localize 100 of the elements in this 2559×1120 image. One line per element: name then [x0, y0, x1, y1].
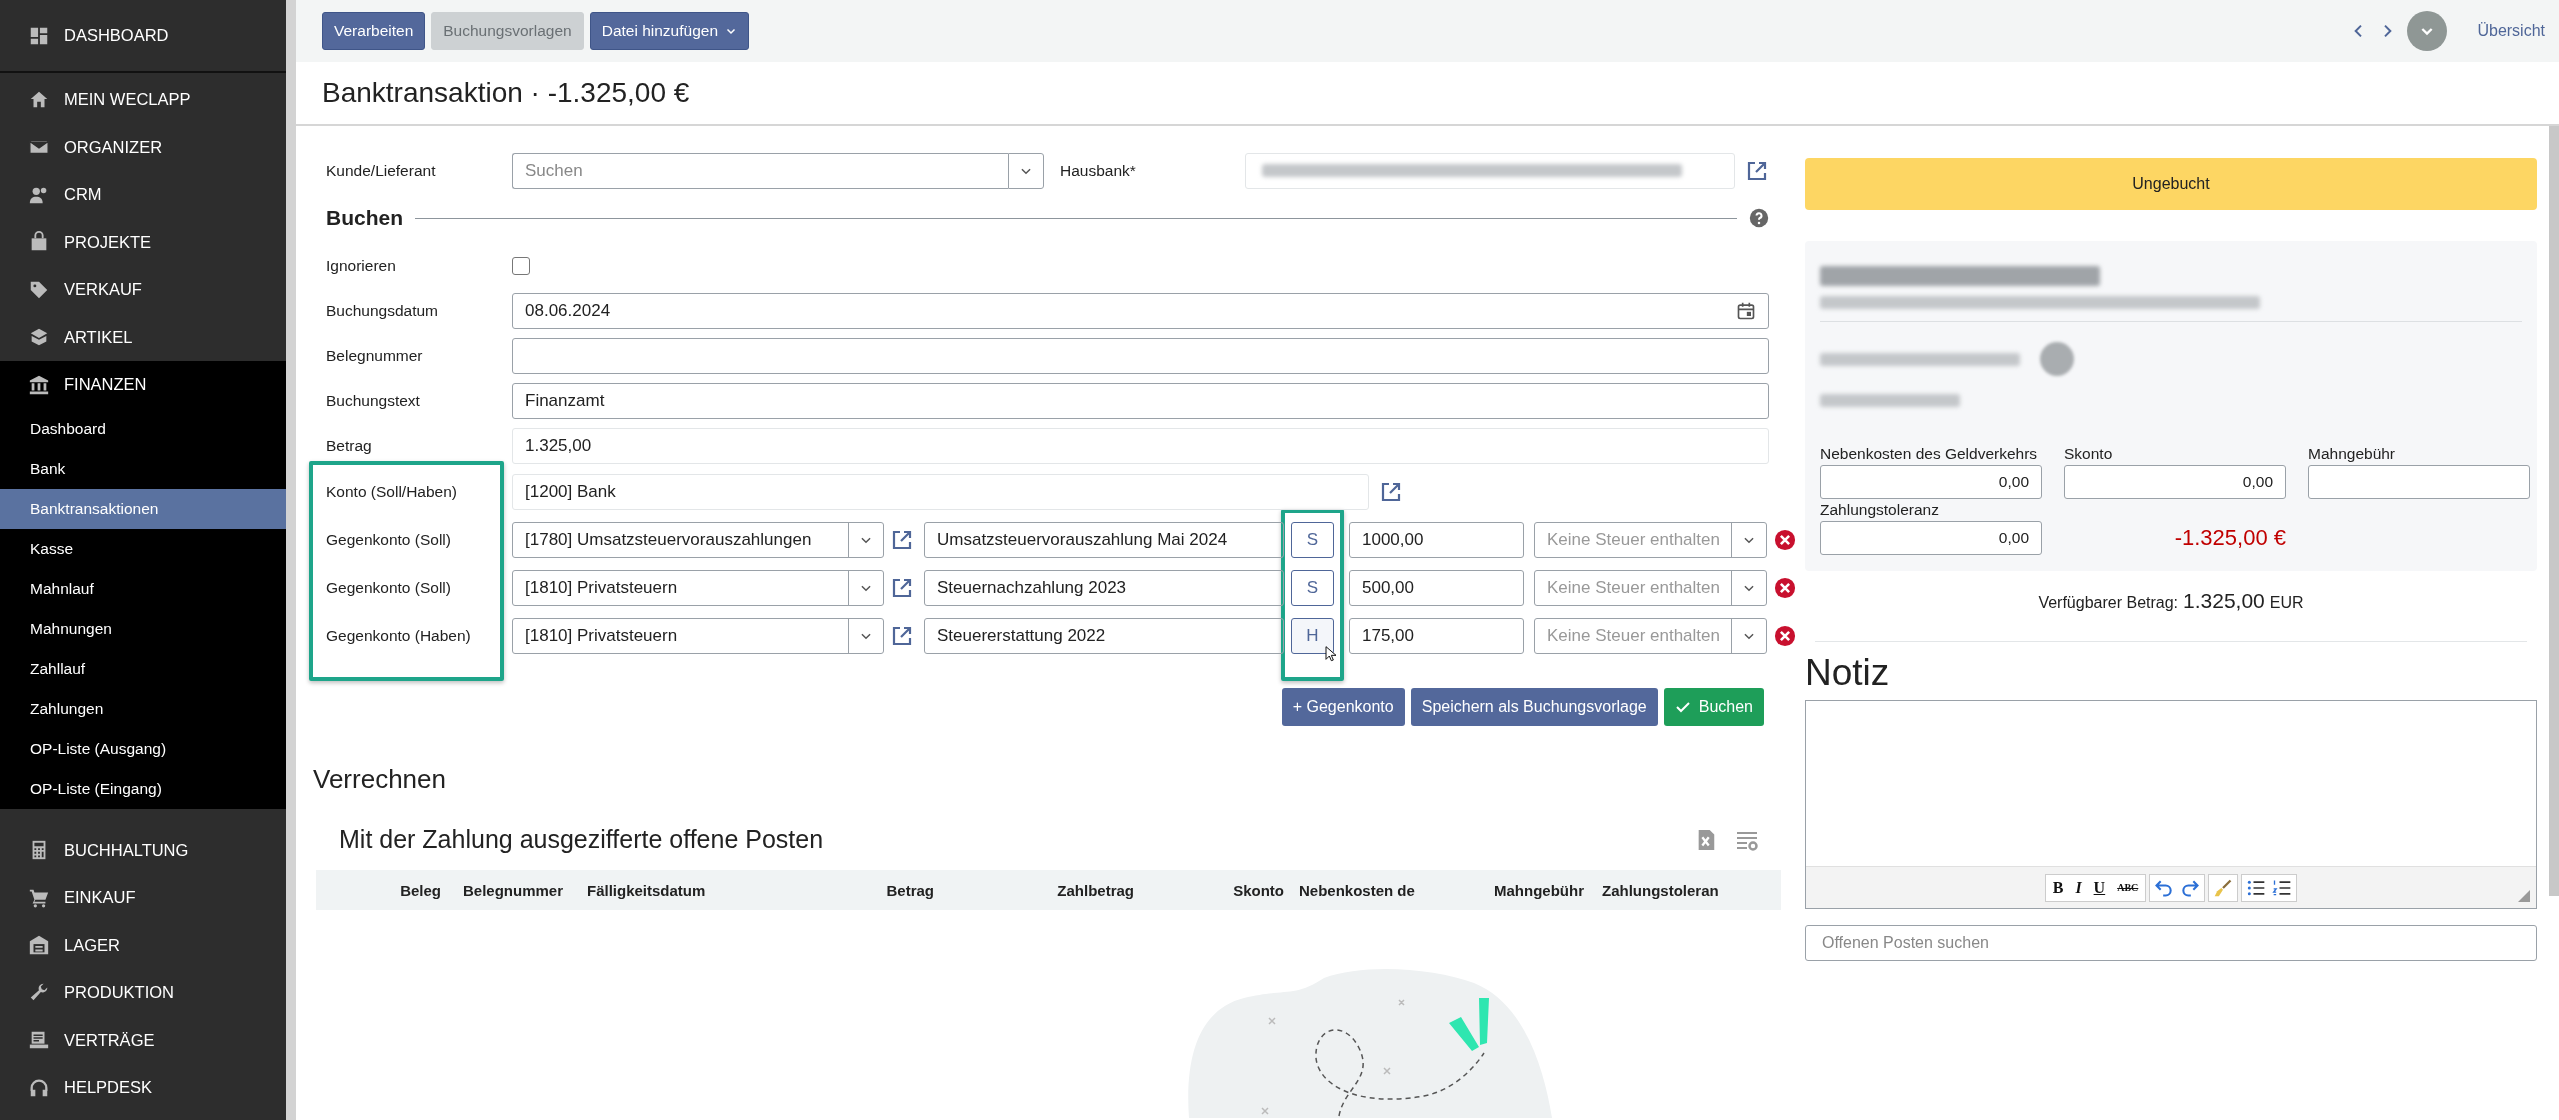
sidebar-subitem[interactable]: OP-Liste (Ausgang) [0, 728, 286, 769]
brush-icon[interactable] [2213, 877, 2234, 898]
input-field[interactable] [512, 337, 1769, 374]
amount-field[interactable]: 175,00 [1349, 618, 1524, 654]
format-button[interactable]: U [2090, 878, 2109, 897]
sidebar-item[interactable]: ARTIKEL [0, 313, 286, 361]
debit-credit-toggle[interactable]: S [1291, 522, 1334, 558]
toolbar-button[interactable]: Verarbeiten [322, 12, 426, 50]
column-header[interactable]: Fälligkeitsdatum [587, 881, 706, 899]
help-icon[interactable] [1749, 208, 1769, 228]
field-label: Hausbank* [1059, 161, 1137, 180]
column-header[interactable]: Betrag [886, 881, 934, 899]
input-field[interactable]: Finanzamt [512, 382, 1769, 419]
readonly-field: 1.325,00 [512, 427, 1769, 464]
format-button[interactable]: I [2072, 878, 2085, 897]
currency-label: EUR [2269, 594, 2304, 612]
format-button[interactable]: B [2049, 878, 2067, 897]
delete-icon[interactable] [1774, 625, 1796, 647]
scrollbar[interactable] [2549, 126, 2559, 896]
overview-link[interactable]: Übersicht [2477, 22, 2545, 40]
amount-field[interactable]: 1000,00 [1349, 522, 1524, 558]
field-label: Konto (Soll/Haben) [325, 483, 458, 501]
field-label: Gegenkonto (Soll) [325, 531, 452, 549]
sidebar-item[interactable]: MEIN WECLAPP [0, 76, 286, 124]
account-dropdown[interactable]: [1780] Umsatzsteuervorauszahlungen [512, 522, 884, 558]
account-dropdown[interactable]: [1810] Privatsteuern [512, 618, 884, 654]
sidebar-subitem[interactable]: OP-Liste (Eingang) [0, 768, 286, 809]
account-dropdown[interactable]: [1810] Privatsteuern [512, 570, 884, 606]
external-link-icon[interactable] [890, 528, 914, 552]
debit-credit-toggle[interactable]: H [1291, 618, 1334, 654]
amount-field[interactable]: 500,00 [1349, 570, 1524, 606]
field-label: Betrag [325, 436, 373, 455]
external-link-icon[interactable] [890, 576, 914, 600]
check-icon [1674, 699, 1691, 715]
status-banner: Ungebucht [1805, 158, 2537, 210]
column-header[interactable]: Zahlbetrag [1057, 881, 1134, 899]
sidebar-item[interactable]: PRODUKTION [0, 969, 286, 1017]
note-title: Notiz [1805, 652, 1891, 694]
column-header[interactable]: Belegnummer [463, 881, 564, 899]
column-header[interactable]: Mahngebühr [1494, 881, 1584, 899]
sidebar-subitem[interactable]: Banktransaktionen [0, 488, 286, 529]
sidebar-subitem[interactable]: Mahnungen [0, 608, 286, 649]
dropdown-button[interactable] [2407, 11, 2448, 51]
input-field[interactable]: Umsatzsteuervorauszahlung Mai 2024 [924, 522, 1284, 558]
delete-icon[interactable] [1774, 529, 1796, 551]
sidebar-item[interactable]: LAGER [0, 921, 286, 969]
search-field[interactable]: Suchen [512, 152, 1008, 189]
action-button[interactable]: + Gegenkonto [1281, 688, 1405, 726]
sidebar-subitem[interactable]: Kasse [0, 528, 286, 569]
calendar-icon [1736, 300, 1756, 321]
column-header[interactable]: Beleg [400, 881, 441, 899]
sidebar-item[interactable]: ORGANIZER [0, 123, 286, 171]
amount-field[interactable]: 0,00 [1820, 465, 2042, 499]
amount-field[interactable] [2308, 465, 2530, 499]
readonly-field: [1200] Bank [512, 474, 1369, 510]
field-label: Gegenkonto (Soll) [325, 579, 452, 597]
sidebar-subitem[interactable]: Bank [0, 448, 286, 489]
checkbox[interactable] [512, 256, 530, 275]
note-editor[interactable]: B I U ABC [1805, 700, 2537, 909]
difference-amount: -1.325,00 € [2173, 524, 2286, 551]
bank-field[interactable] [1245, 152, 1735, 189]
input-field[interactable]: Steuererstattung 2022 [924, 618, 1284, 654]
column-header[interactable]: Zahlungstoleran [1602, 881, 1719, 899]
sidebar-item[interactable]: BUCHHALTUNG [0, 826, 286, 874]
dropdown-button[interactable] [1008, 152, 1044, 189]
table-title: Mit der Zahlung ausgezifferte offene Posten [339, 825, 824, 854]
resize-grip-icon [2518, 890, 2530, 902]
warehouse-icon [28, 934, 50, 957]
field-label: Skonto [2064, 444, 2114, 464]
column-header[interactable]: Skonto [1233, 881, 1284, 899]
sidebar-item[interactable]: VERKAUF [0, 266, 286, 314]
sidebar-subitem[interactable]: Dashboard [0, 408, 286, 449]
sidebar-subitem[interactable]: Zahllauf [0, 648, 286, 689]
sidebar-item[interactable]: FINANZEN [0, 361, 286, 409]
external-link-icon[interactable] [890, 624, 914, 648]
field-label: Nebenkosten des Geldverkehrs [1820, 444, 2039, 464]
search-field[interactable]: Offenen Posten suchen [1805, 925, 2537, 961]
dropdown-button[interactable]: Datei hinzufügen [589, 12, 750, 50]
field-label: Kunde/Lieferant [325, 161, 437, 180]
sidebar-subitem[interactable]: Mahnlauf [0, 568, 286, 609]
amount-field[interactable]: 0,00 [2064, 465, 2286, 499]
column-header[interactable]: Nebenkosten de [1299, 881, 1415, 899]
format-button[interactable]: ABC [2114, 882, 2142, 893]
bank-icon [28, 373, 50, 396]
date-field[interactable]: 08.06.2024 [512, 292, 1769, 329]
sidebar-item[interactable]: EINKAUF [0, 874, 286, 922]
action-button[interactable]: Speichern als Buchungsvorlage [1410, 688, 1658, 726]
sidebar-item[interactable]: DASHBOARD [0, 0, 286, 73]
sidebar-subitem[interactable]: Zahlungen [0, 688, 286, 729]
available-amount: 1.325,00 [2183, 589, 2265, 613]
external-link-icon[interactable] [1379, 480, 1403, 504]
debit-credit-toggle[interactable]: S [1291, 570, 1334, 606]
delete-icon[interactable] [1774, 577, 1796, 599]
sidebar-item[interactable]: HELPDESK [0, 1064, 286, 1112]
amount-field[interactable]: 0,00 [1820, 521, 2042, 555]
sidebar-item[interactable]: PROJEKTE [0, 218, 286, 266]
sidebar-item[interactable]: VERTRÄGE [0, 1016, 286, 1064]
input-field[interactable]: Steuernachzahlung 2023 [924, 570, 1284, 606]
field-label: Zahlungstoleranz [1820, 500, 1940, 520]
sidebar-item[interactable]: CRM [0, 171, 286, 219]
